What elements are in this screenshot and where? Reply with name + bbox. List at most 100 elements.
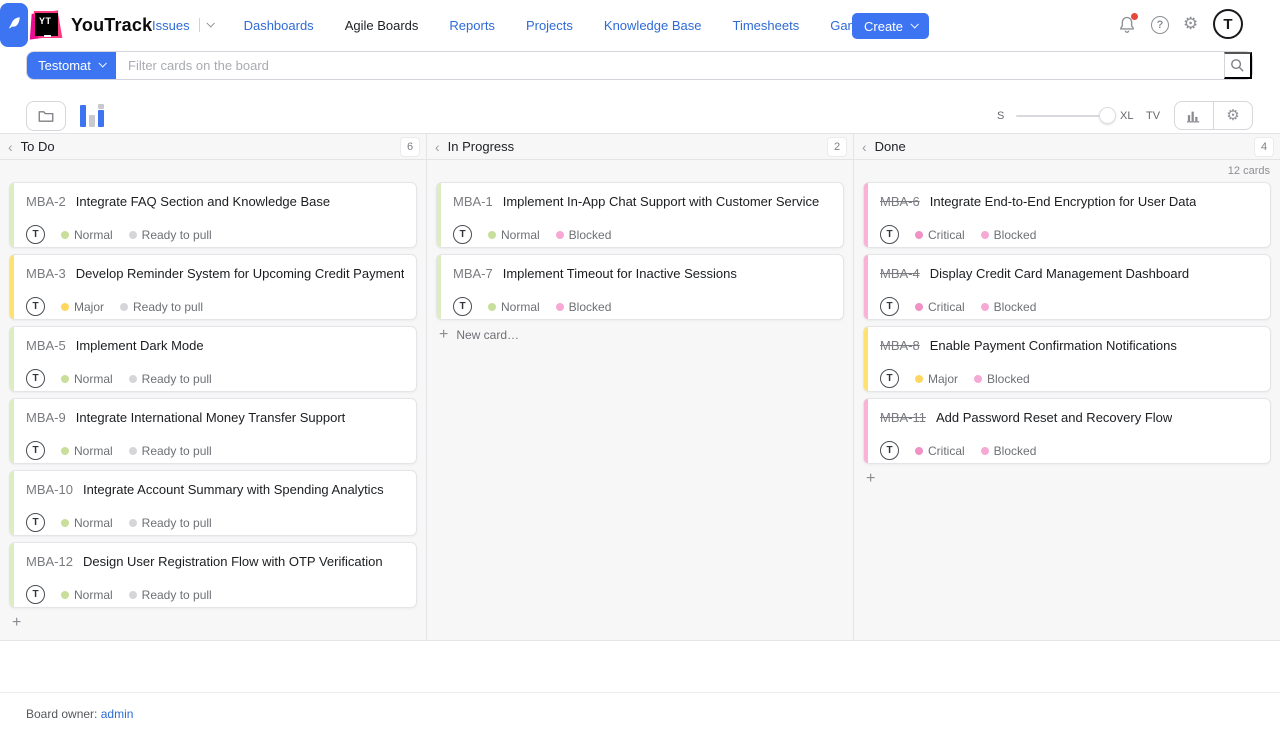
- priority-field[interactable]: Major: [915, 372, 958, 386]
- assignee-avatar[interactable]: T: [453, 297, 472, 316]
- state-field[interactable]: Ready to pull: [129, 588, 212, 602]
- board-columns-view-icon[interactable]: [80, 105, 106, 127]
- help-button[interactable]: ?: [1151, 16, 1169, 34]
- priority-field[interactable]: Critical: [915, 300, 965, 314]
- search-button[interactable]: [1224, 52, 1252, 79]
- state-field[interactable]: Blocked: [556, 300, 612, 314]
- chart-view-button[interactable]: [1175, 102, 1213, 129]
- issue-card-mba-6[interactable]: MBA-6Integrate End-to-End Encryption for…: [863, 182, 1271, 248]
- priority-field[interactable]: Normal: [488, 300, 540, 314]
- issue-id[interactable]: MBA-5: [26, 338, 66, 354]
- issue-id[interactable]: MBA-3: [26, 266, 66, 282]
- collapse-column-icon[interactable]: ‹: [435, 140, 440, 154]
- chevron-down-icon[interactable]: [206, 19, 214, 27]
- issue-card-mba-2[interactable]: MBA-2Integrate FAQ Section and Knowledge…: [9, 182, 417, 248]
- nav-item-issues[interactable]: Issues: [152, 18, 213, 33]
- state-field[interactable]: Ready to pull: [129, 228, 212, 242]
- column-title: To Do: [21, 139, 55, 154]
- issue-id[interactable]: MBA-8: [880, 338, 920, 354]
- card-size-slider-handle[interactable]: [1099, 107, 1116, 124]
- priority-field[interactable]: Normal: [61, 228, 113, 242]
- card-fields: T Normal Ready to pull: [26, 513, 404, 532]
- issue-card-mba-7[interactable]: MBA-7Implement Timeout for Inactive Sess…: [436, 254, 844, 320]
- sidebar-extension-button[interactable]: [0, 3, 28, 47]
- tv-mode-button[interactable]: TV: [1146, 110, 1160, 122]
- issue-id[interactable]: MBA-4: [880, 266, 920, 282]
- add-card-button[interactable]: +: [866, 471, 1280, 487]
- assignee-avatar[interactable]: T: [880, 369, 899, 388]
- issue-card-mba-10[interactable]: MBA-10Integrate Account Summary with Spe…: [9, 470, 417, 536]
- state-label: Ready to pull: [142, 444, 212, 458]
- priority-field[interactable]: Critical: [915, 444, 965, 458]
- filter-cards-input[interactable]: [116, 52, 1224, 79]
- issue-card-mba-9[interactable]: MBA-9Integrate International Money Trans…: [9, 398, 417, 464]
- state-field[interactable]: Ready to pull: [129, 444, 212, 458]
- state-label: Ready to pull: [142, 588, 212, 602]
- state-field[interactable]: Blocked: [981, 444, 1037, 458]
- add-card-button[interactable]: +: [12, 615, 426, 631]
- nav-item-projects[interactable]: Projects: [526, 18, 573, 33]
- youtrack-logo[interactable]: YT YouTrack: [30, 9, 152, 41]
- assignee-avatar[interactable]: T: [880, 297, 899, 316]
- priority-field[interactable]: Normal: [61, 444, 113, 458]
- state-field[interactable]: Blocked: [981, 300, 1037, 314]
- issue-card-mba-8[interactable]: MBA-8Enable Payment Confirmation Notific…: [863, 326, 1271, 392]
- issue-id[interactable]: MBA-11: [880, 410, 926, 426]
- state-field[interactable]: Ready to pull: [129, 372, 212, 386]
- state-field[interactable]: Ready to pull: [129, 516, 212, 530]
- nav-item-knowledge-base[interactable]: Knowledge Base: [604, 18, 702, 33]
- state-field[interactable]: Blocked: [556, 228, 612, 242]
- issue-card-mba-12[interactable]: MBA-12Design User Registration Flow with…: [9, 542, 417, 608]
- nav-item-dashboards[interactable]: Dashboards: [244, 18, 314, 33]
- assignee-avatar[interactable]: T: [26, 369, 45, 388]
- issue-id[interactable]: MBA-12: [26, 554, 73, 570]
- notifications-bell-button[interactable]: [1118, 15, 1136, 40]
- board-filter-bar: Testomat: [26, 51, 1253, 80]
- priority-field[interactable]: Normal: [61, 372, 113, 386]
- state-field[interactable]: Blocked: [981, 228, 1037, 242]
- backlog-folder-button[interactable]: [26, 101, 66, 131]
- board-options-segmented-control: ⚙: [1174, 101, 1253, 130]
- state-field[interactable]: Blocked: [974, 372, 1030, 386]
- project-selector-button[interactable]: Testomat: [27, 52, 116, 79]
- issue-id[interactable]: MBA-6: [880, 194, 920, 210]
- priority-field[interactable]: Critical: [915, 228, 965, 242]
- user-avatar[interactable]: T: [1213, 9, 1243, 39]
- issue-card-mba-1[interactable]: MBA-1Implement In-App Chat Support with …: [436, 182, 844, 248]
- priority-field[interactable]: Normal: [488, 228, 540, 242]
- nav-item-reports[interactable]: Reports: [449, 18, 495, 33]
- issue-id[interactable]: MBA-2: [26, 194, 66, 210]
- assignee-avatar[interactable]: T: [26, 513, 45, 532]
- assignee-avatar[interactable]: T: [453, 225, 472, 244]
- issue-card-mba-4[interactable]: MBA-4Display Credit Card Management Dash…: [863, 254, 1271, 320]
- issue-id[interactable]: MBA-9: [26, 410, 66, 426]
- state-field[interactable]: Ready to pull: [120, 300, 203, 314]
- issue-card-mba-3[interactable]: MBA-3Develop Reminder System for Upcomin…: [9, 254, 417, 320]
- assignee-avatar[interactable]: T: [26, 585, 45, 604]
- assignee-avatar[interactable]: T: [26, 297, 45, 316]
- issue-id[interactable]: MBA-10: [26, 482, 73, 498]
- add-card-button[interactable]: +New card…: [439, 327, 853, 343]
- collapse-column-icon[interactable]: ‹: [8, 140, 13, 154]
- card-size-slider-track[interactable]: [1016, 115, 1102, 117]
- nav-item-agile-boards[interactable]: Agile Boards: [345, 18, 419, 33]
- create-button[interactable]: Create: [852, 13, 929, 39]
- assignee-avatar[interactable]: T: [880, 441, 899, 460]
- priority-dot: [61, 591, 69, 599]
- priority-field[interactable]: Normal: [61, 588, 113, 602]
- priority-field[interactable]: Normal: [61, 516, 113, 530]
- collapse-column-icon[interactable]: ‹: [862, 140, 867, 154]
- assignee-avatar[interactable]: T: [26, 225, 45, 244]
- issue-id[interactable]: MBA-1: [453, 194, 493, 210]
- settings-button[interactable]: ⚙: [1183, 15, 1198, 34]
- assignee-avatar[interactable]: T: [880, 225, 899, 244]
- assignee-avatar[interactable]: T: [26, 441, 45, 460]
- board-settings-button[interactable]: ⚙: [1213, 102, 1252, 129]
- priority-field[interactable]: Major: [61, 300, 104, 314]
- issue-card-mba-11[interactable]: MBA-11Add Password Reset and Recovery Fl…: [863, 398, 1271, 464]
- nav-item-timesheets[interactable]: Timesheets: [732, 18, 799, 33]
- issue-id[interactable]: MBA-7: [453, 266, 493, 282]
- issue-card-mba-5[interactable]: MBA-5Implement Dark ModeTNormalReady to …: [9, 326, 417, 392]
- create-button-label: Create: [864, 19, 903, 34]
- board-owner-link[interactable]: admin: [101, 707, 134, 721]
